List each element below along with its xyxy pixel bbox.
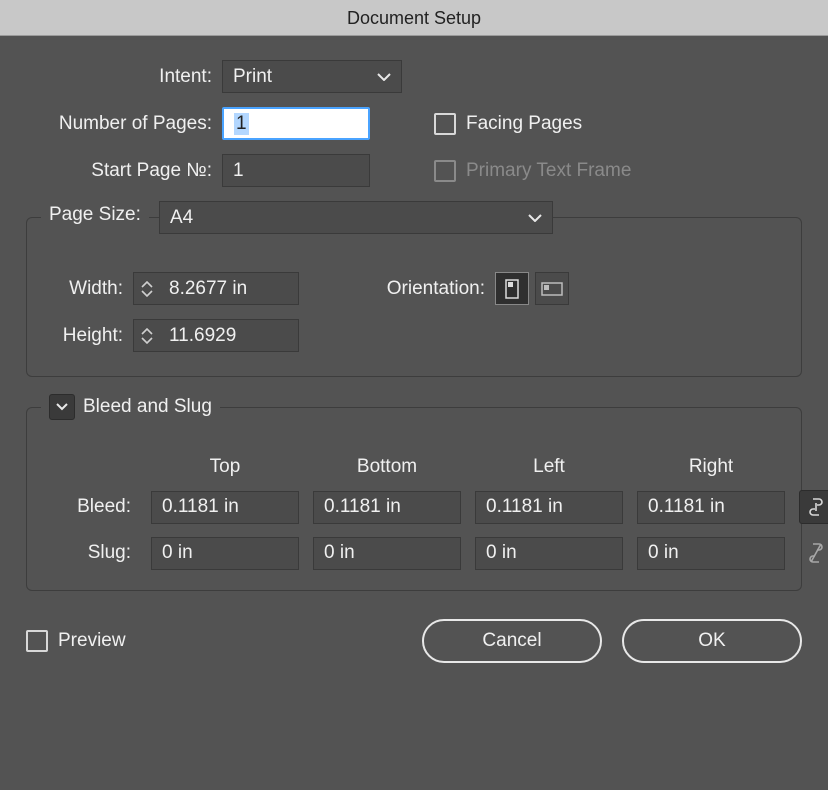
slug-link-button[interactable] [799,536,828,570]
orientation-landscape-button[interactable] [535,272,569,305]
chevron-down-icon [56,403,68,411]
bleed-bottom-field[interactable] [313,491,461,524]
num-pages-value: 1 [234,113,249,135]
bleed-link-button[interactable] [799,490,828,524]
dialog-title: Document Setup [0,0,828,36]
facing-pages-checkbox[interactable] [434,113,456,135]
slug-top-field[interactable] [151,537,299,570]
height-label: Height: [47,325,133,347]
col-top: Top [151,456,299,478]
bleed-slug-label: Bleed and Slug [83,396,212,418]
bleed-top-field[interactable] [151,491,299,524]
stepper-arrows-icon[interactable] [133,272,159,305]
slug-left-field[interactable] [475,537,623,570]
intent-dropdown[interactable]: Print [222,60,402,93]
orientation-portrait-button[interactable] [495,272,529,305]
col-bottom: Bottom [313,456,461,478]
intent-value: Print [233,66,272,88]
stepper-arrows-icon[interactable] [133,319,159,352]
width-value[interactable] [169,278,288,300]
primary-text-frame-checkbox [434,160,456,182]
preview-label: Preview [58,630,126,652]
bleed-right-field[interactable] [637,491,785,524]
start-page-label: Start Page №: [26,160,222,182]
page-size-dropdown[interactable]: A4 [159,201,553,234]
page-size-group: Page Size: A4 Width: Orientation [26,217,802,377]
start-page-field[interactable] [222,154,370,187]
bleed-slug-toggle[interactable] [49,394,75,420]
height-stepper[interactable] [133,319,299,352]
preview-checkbox[interactable] [26,630,48,652]
intent-label: Intent: [26,66,222,88]
dialog-footer: Preview Cancel OK [26,619,802,663]
bleed-left-field[interactable] [475,491,623,524]
num-pages-label: Number of Pages: [26,113,222,135]
start-page-value[interactable] [233,160,359,182]
width-field[interactable] [159,272,299,305]
slug-right-field[interactable] [637,537,785,570]
page-size-value: A4 [170,207,193,229]
bleed-slug-group: Bleed and Slug Top Bottom Left Right Ble… [26,407,802,591]
height-value[interactable] [169,325,288,347]
facing-pages-label: Facing Pages [466,113,582,135]
bleed-slug-table: Top Bottom Left Right Bleed: Slug: [47,456,781,570]
col-left: Left [475,456,623,478]
height-field[interactable] [159,319,299,352]
portrait-icon [503,279,521,299]
landscape-icon [541,281,563,297]
slug-label: Slug: [47,542,137,564]
width-stepper[interactable] [133,272,299,305]
col-right: Right [637,456,785,478]
ok-button[interactable]: OK [622,619,802,663]
cancel-button[interactable]: Cancel [422,619,602,663]
orientation-label: Orientation: [299,278,495,300]
primary-text-frame-label: Primary Text Frame [466,160,631,182]
num-pages-field[interactable]: 1 [222,107,370,140]
unlink-icon [808,542,824,564]
dialog-body: Intent: Print Number of Pages: 1 Facing … [0,36,828,681]
chevron-down-icon [518,214,542,222]
bleed-label: Bleed: [47,496,137,518]
page-size-group-label: Page Size: [49,204,141,226]
chevron-down-icon [367,73,391,81]
width-label: Width: [47,278,133,300]
link-icon [809,497,823,517]
slug-bottom-field[interactable] [313,537,461,570]
